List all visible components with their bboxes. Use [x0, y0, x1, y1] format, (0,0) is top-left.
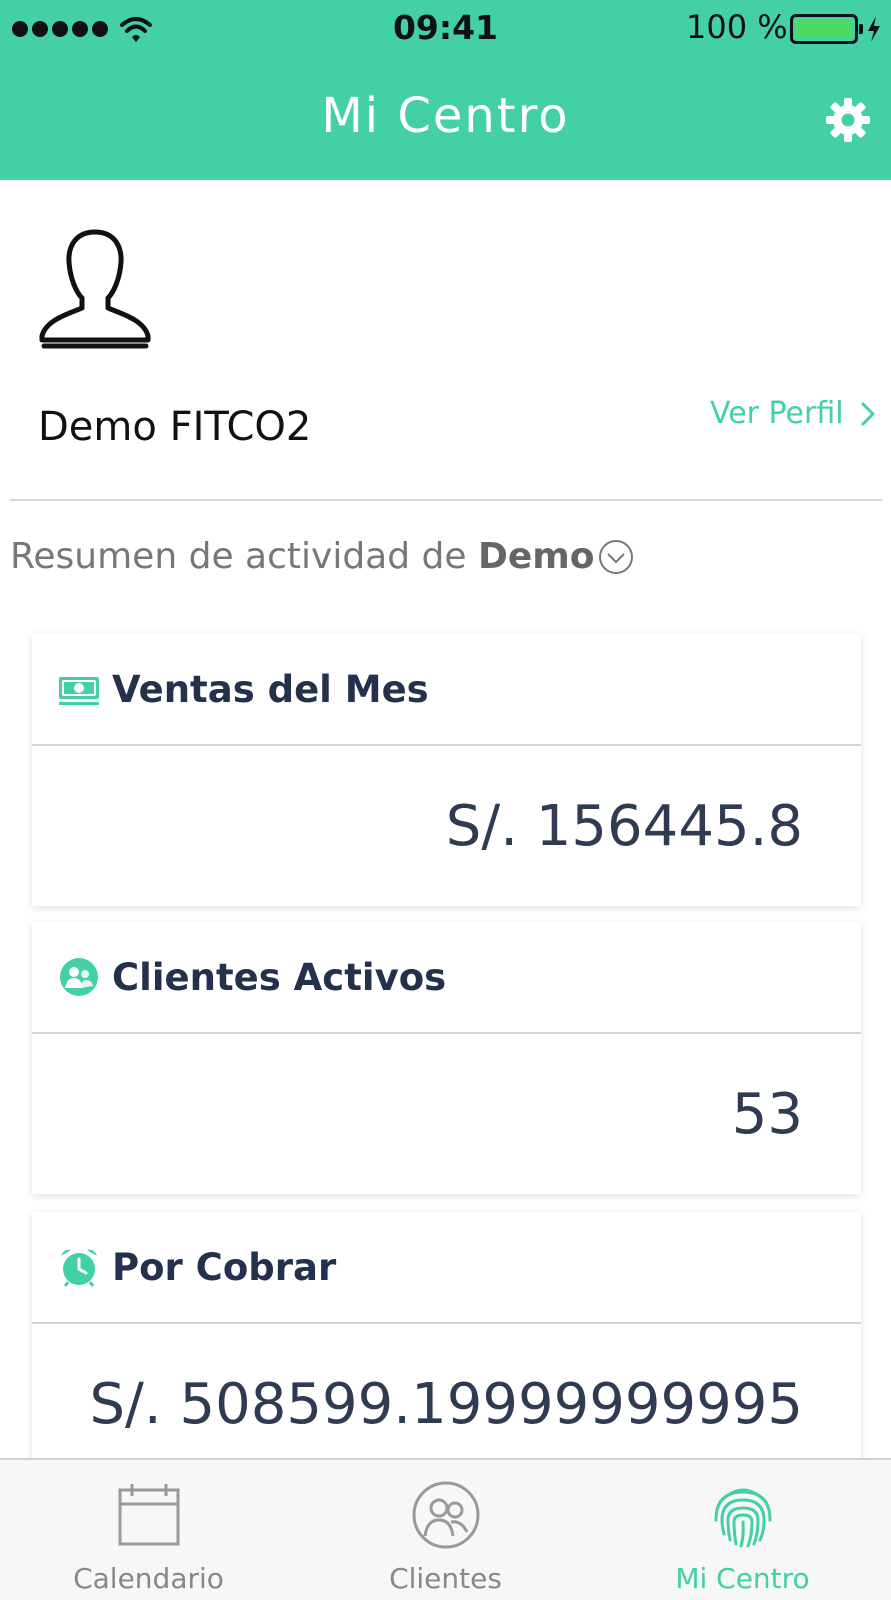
battery-percentage: 100 % [686, 8, 788, 46]
activity-summary: Resumen de actividad de Demo [10, 536, 635, 577]
card-ventas: Ventas del Mes S/. 156445.8 [32, 634, 861, 906]
clients-icon [412, 1481, 480, 1549]
card-value: 53 [731, 1081, 803, 1147]
card-header: Clientes Activos [32, 922, 861, 1034]
tab-label: Mi Centro [675, 1562, 810, 1595]
view-profile-label: Ver Perfil [710, 396, 844, 431]
gear-icon[interactable] [824, 96, 872, 144]
card-header: Por Cobrar [32, 1212, 861, 1324]
tab-clientes[interactable]: Clientes [297, 1460, 594, 1600]
card-title: Por Cobrar [112, 1245, 337, 1289]
tab-bar: Calendario Clientes Mi Centro [0, 1458, 891, 1600]
tab-mi-centro[interactable]: Mi Centro [594, 1460, 891, 1600]
divider [10, 499, 882, 501]
charging-icon [868, 16, 880, 42]
profile-name: Demo FITCO2 [38, 404, 312, 450]
tab-label: Calendario [73, 1562, 224, 1595]
money-icon [59, 677, 99, 705]
card-value: S/. 156445.8 [445, 793, 803, 859]
page-title: Mi Centro [321, 88, 570, 144]
card-clientes-activos: Clientes Activos 53 [32, 922, 861, 1194]
card-header: Ventas del Mes [32, 634, 861, 746]
card-title: Ventas del Mes [112, 667, 429, 711]
view-profile-link[interactable]: Ver Perfil [710, 396, 876, 431]
card-title: Clientes Activos [112, 955, 447, 999]
tab-label: Clientes [389, 1562, 502, 1595]
calendar-icon [118, 1484, 180, 1546]
avatar [39, 229, 151, 349]
card-por-cobrar: Por Cobrar S/. 508599.19999999995 [32, 1212, 861, 1472]
battery-tip [859, 24, 863, 34]
header: 09:41 100 % Mi Centro [0, 0, 891, 180]
summary-selected-center[interactable]: Demo [478, 536, 595, 577]
battery-icon [790, 14, 858, 44]
fingerprint-icon [714, 1488, 772, 1548]
tab-calendario[interactable]: Calendario [0, 1460, 297, 1600]
clients-icon [60, 958, 98, 996]
alarm-clock-icon [61, 1249, 97, 1287]
chevron-down-icon[interactable] [597, 538, 635, 576]
chevron-right-icon [861, 402, 875, 425]
summary-prefix: Resumen de actividad de [10, 536, 478, 577]
card-value: S/. 508599.19999999995 [89, 1371, 803, 1437]
status-bar: 09:41 100 % [0, 0, 891, 60]
